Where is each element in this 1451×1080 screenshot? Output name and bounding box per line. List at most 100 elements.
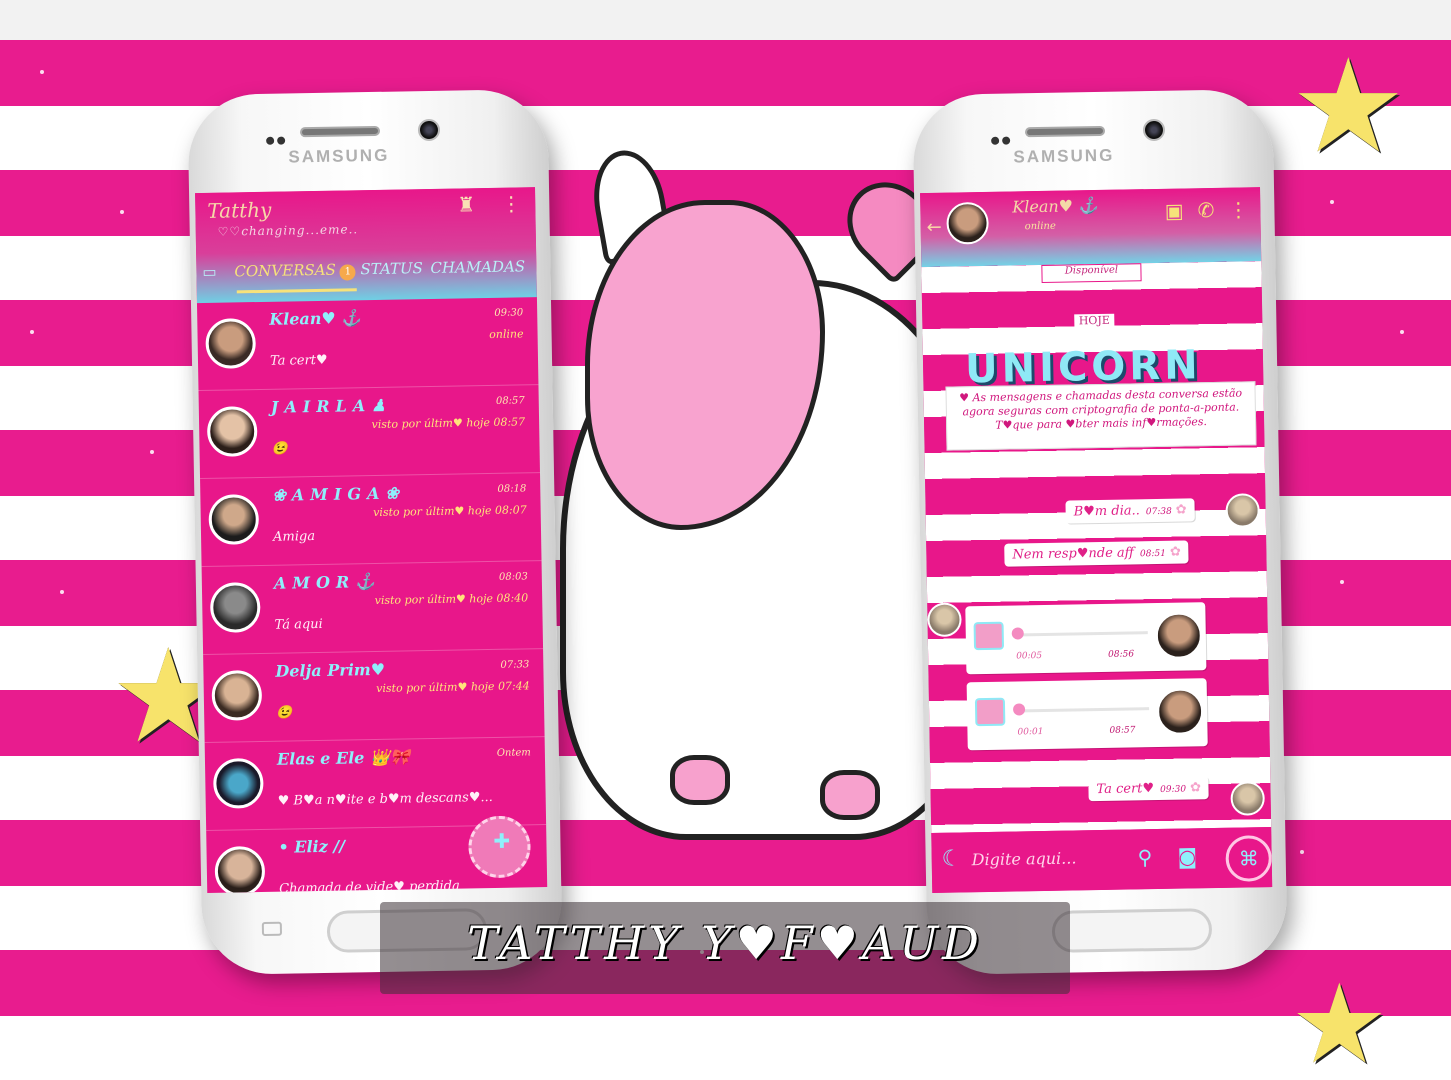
message-text: B♥m dia.. [1073, 503, 1140, 520]
phone-left: SAMSUNG Tatthy ♡♡changing...eme.. ♜ ⋮ ▭ … [187, 88, 563, 976]
audio-message[interactable]: 00:01 08:57 [966, 678, 1208, 751]
sensor-dots [266, 129, 290, 145]
avatar [205, 318, 257, 369]
message-input[interactable]: Digite aqui... [972, 848, 1077, 869]
message-bubble[interactable]: Ta cert♥ 09:30 ✿ [1088, 776, 1210, 802]
encryption-notice[interactable]: ♥ As mensagens e chamadas desta conversa… [945, 381, 1257, 451]
chat-row[interactable]: ❀AMIGA❀ 08:18 visto por últim♥ hoje 08:0… [200, 475, 542, 568]
chat-row[interactable]: Delja Prim♥ 07:33 visto por últim♥ hoje … [203, 651, 545, 744]
chat-last-message: 😉 [276, 705, 293, 721]
read-tick-icon: ✿ [1169, 544, 1181, 560]
camera-icon[interactable]: ◙ [1177, 844, 1197, 868]
star-icon: ★ [1290, 960, 1389, 1080]
unicorn-hoof [670, 755, 730, 805]
active-tab-indicator [236, 288, 357, 294]
chat-name: AMOR⚓ [273, 571, 382, 593]
sparkle [1330, 200, 1334, 204]
home-button[interactable] [1051, 908, 1213, 953]
audio-message[interactable]: 00:05 08:56 [965, 602, 1207, 675]
unicorn-hoof [820, 770, 880, 820]
contact-status: online [1024, 220, 1056, 233]
chat-list-screen: Tatthy ♡♡changing...eme.. ♜ ⋮ ▭ CONVERSA… [195, 187, 548, 893]
avatar [214, 845, 266, 893]
phone-brand: SAMSUNG [288, 145, 390, 167]
chat-status: visto por últim♥ hoje 07:44 [376, 679, 530, 696]
signature-text: TATTHY Y♥F♥AUD [467, 916, 983, 970]
sensor-dots [991, 129, 1015, 145]
avatar [211, 670, 263, 721]
audio-seek-handle[interactable] [1012, 703, 1026, 716]
tab-status[interactable]: STATUS [360, 259, 423, 278]
read-tick-icon: ✿ [1189, 780, 1202, 796]
audio-track[interactable] [1013, 631, 1148, 637]
chat-time: Ontem [496, 747, 531, 759]
message-bubble[interactable]: B♥m dia.. 07:38 ✿ [1065, 498, 1195, 524]
background-top [0, 0, 1451, 40]
message-area: Disponível HOJE UNICORN ♥ As mensagens e… [921, 261, 1272, 833]
sparkle [40, 70, 44, 74]
availability-tag: Disponível [1041, 263, 1142, 283]
audio-time: 08:56 [1108, 649, 1135, 660]
chat-name: Delja Prim♥ [275, 659, 386, 681]
star-icon: ★ [1290, 30, 1407, 182]
sparkle [1400, 330, 1404, 334]
video-call-icon[interactable]: ▣ [1165, 198, 1184, 222]
chat-status: visto por últim♥ hoje 08:07 [373, 503, 527, 520]
chat-time: 07:33 [500, 659, 530, 671]
message-text: Ta cert♥ [1096, 781, 1155, 798]
earpiece-speaker [1024, 125, 1106, 138]
unread-badge: 1 [339, 264, 356, 281]
chat-name: • Eliz // [278, 836, 346, 857]
recents-button[interactable] [261, 921, 283, 937]
chat-status: visto por últim♥ hoje 08:57 [371, 415, 526, 432]
chat-status: visto por últim♥ hoje 08:40 [374, 591, 529, 608]
avatar [209, 582, 261, 633]
chat-last-message: ♥ B♥a n♥ite e b♥m descans♥... [277, 789, 493, 809]
chat-last-message: 😉 [271, 441, 288, 457]
back-arrow-icon[interactable]: ← [926, 217, 941, 238]
day-separator: HOJE [1074, 313, 1115, 328]
phone-right: SAMSUNG ← Klean♥ ⚓ online ▣ ✆ ⋮ Disponível… [912, 88, 1288, 976]
audio-seek-handle[interactable] [1011, 627, 1024, 640]
sparkle [30, 330, 34, 334]
chat-row[interactable]: AMOR⚓ 08:03 visto por últim♥ hoje 08:40 … [201, 563, 544, 656]
sparkle [1340, 580, 1344, 584]
chat-time: 08:03 [498, 571, 528, 583]
tab-conversas[interactable]: CONVERSAS 1 [234, 260, 356, 282]
moon-icon[interactable]: ☾ [941, 846, 961, 871]
attach-icon[interactable]: ⚲ [1137, 845, 1152, 869]
phone-call-icon[interactable]: ✆ [1197, 198, 1214, 222]
header-actions: ▣ ✆ ⋮ [1151, 197, 1249, 223]
tab-conversas-label: CONVERSAS [234, 260, 336, 281]
earpiece-speaker [299, 125, 381, 138]
read-tick-icon: ✿ [1175, 502, 1187, 518]
audio-track[interactable] [1015, 707, 1150, 713]
sparkle [1300, 850, 1304, 854]
chat-last-message: Amiga [272, 529, 316, 545]
audio-duration: 00:01 [1017, 727, 1044, 738]
chat-row[interactable]: JAIRLA♟ 08:57 visto por últim♥ hoje 08:5… [198, 387, 540, 480]
more-icon[interactable]: ⋮ [501, 191, 521, 215]
tab-bar: ▭ CONVERSAS 1 STATUS CHAMADAS [196, 249, 537, 295]
eiffel-icon[interactable]: ♜ [457, 192, 475, 216]
signature-banner: TATTHY Y♥F♥AUD [380, 902, 1070, 994]
plus-icon: ✚ [493, 828, 511, 853]
chat-status: online [489, 327, 524, 341]
contact-name[interactable]: Klean♥ ⚓ [1012, 196, 1098, 216]
chat-row[interactable]: Klean♥ ⚓ 09:30 online Ta cert♥ [197, 299, 539, 392]
contact-avatar[interactable] [946, 201, 989, 245]
chat-time: 08:18 [497, 483, 527, 495]
chat-last-message: Tá aqui [274, 616, 323, 633]
audio-sender-avatar [1156, 688, 1204, 736]
message-input-bar[interactable]: ☾ Digite aqui... ⚲ ◙ [931, 827, 1273, 893]
message-time: 09:30 [1160, 784, 1187, 795]
more-icon[interactable]: ⋮ [1228, 197, 1248, 221]
camera-tab-icon[interactable]: ▭ [202, 263, 216, 281]
avatar [212, 757, 264, 809]
chat-name: Elas e Ele 👑🎀 [276, 747, 410, 769]
tab-chamadas[interactable]: CHAMADAS [430, 257, 525, 277]
message-bubble[interactable]: Nem resp♥nde aff 08:51 ✿ [1004, 540, 1189, 567]
chat-name: ❀AMIGA❀ [272, 483, 405, 505]
app-title: Tatthy [207, 197, 272, 223]
radio-icon [974, 697, 1006, 727]
